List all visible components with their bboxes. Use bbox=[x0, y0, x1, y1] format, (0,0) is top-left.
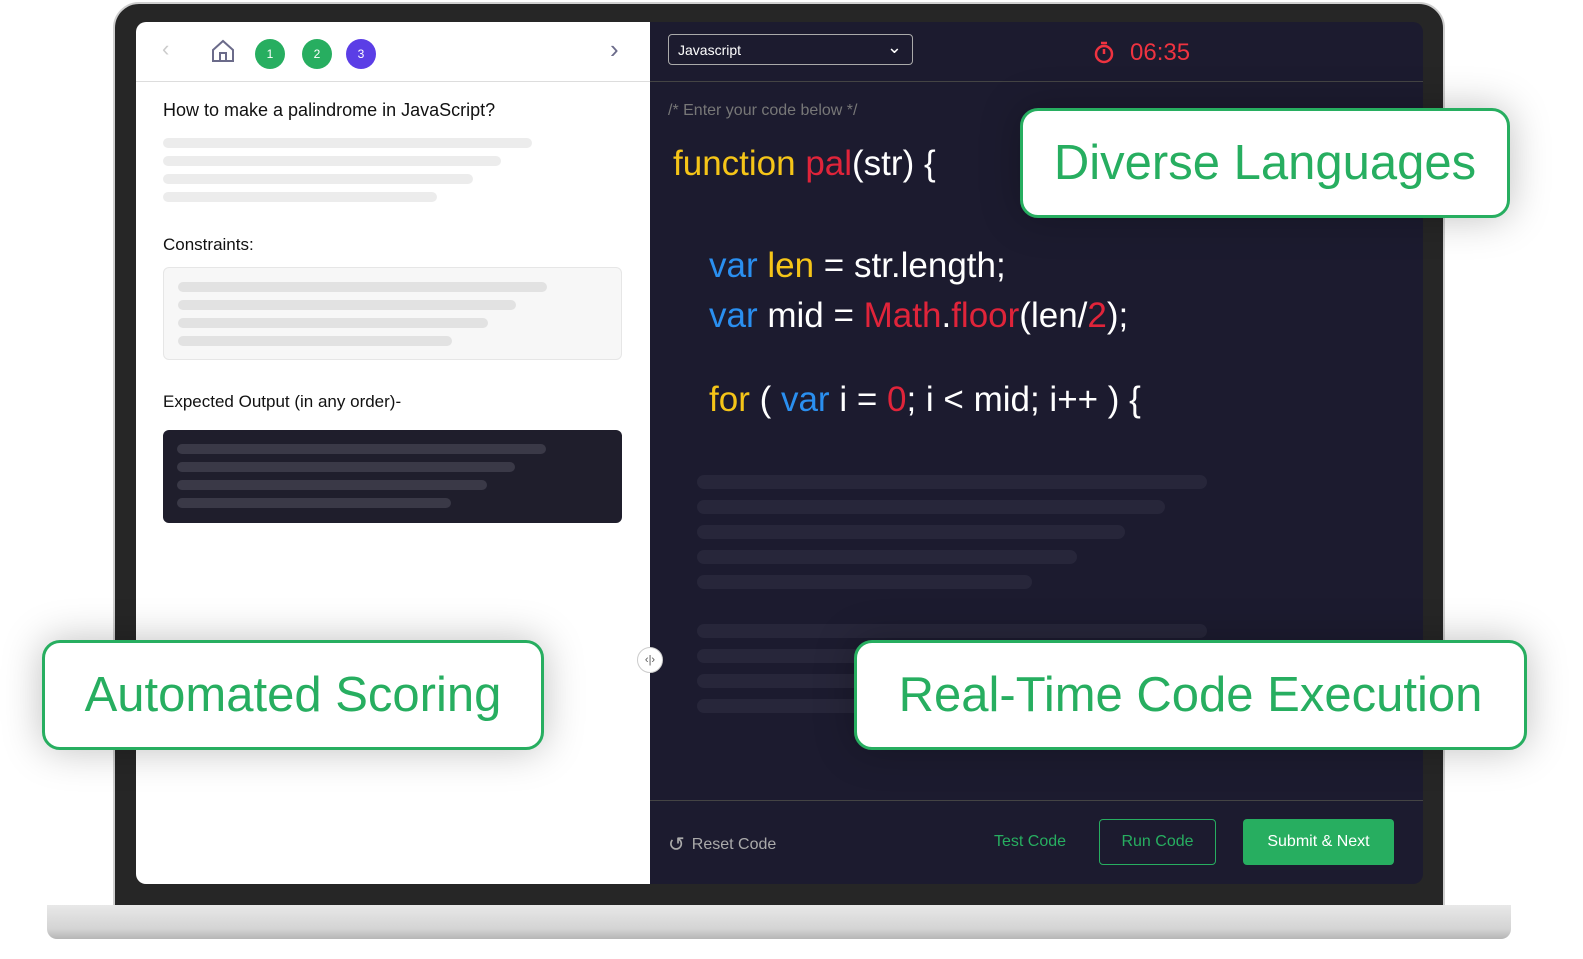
stopwatch-icon bbox=[1094, 41, 1114, 64]
question-nav: ‹ 1 2 3 › bbox=[136, 22, 650, 82]
code-token: Math bbox=[863, 296, 942, 335]
step-2[interactable]: 2 bbox=[302, 39, 332, 69]
code-token: var bbox=[709, 246, 768, 285]
submit-next-button[interactable]: Submit & Next bbox=[1243, 819, 1394, 865]
question-panel: ‹ 1 2 3 › How to make a palindrome in Ja… bbox=[136, 22, 650, 884]
code-token: function bbox=[673, 144, 806, 183]
code-token: ); bbox=[1106, 296, 1129, 335]
constraints-box bbox=[163, 267, 622, 360]
run-code-button[interactable]: Run Code bbox=[1099, 819, 1216, 865]
code-line[interactable]: var mid = Math.floor(len/2); bbox=[709, 296, 1128, 336]
code-token: 0 bbox=[887, 380, 907, 419]
code-token: var bbox=[780, 380, 840, 419]
next-chevron-icon[interactable]: › bbox=[610, 34, 619, 65]
code-line[interactable]: var len = str.length; bbox=[709, 246, 1006, 286]
reset-code-button[interactable]: ↺ Reset Code bbox=[668, 832, 776, 857]
step-1[interactable]: 1 bbox=[255, 39, 285, 69]
footer-divider bbox=[650, 800, 1423, 801]
language-select[interactable]: Javascript ⌄ bbox=[668, 34, 913, 65]
constraints-label: Constraints: bbox=[163, 235, 254, 254]
code-token: for bbox=[709, 380, 750, 419]
expected-output-label: Expected Output (in any order)- bbox=[163, 392, 402, 411]
code-token: ; i < mid; i++ ) { bbox=[906, 380, 1141, 419]
reset-icon: ↺ bbox=[668, 834, 685, 856]
chevron-down-icon: ⌄ bbox=[886, 37, 902, 57]
code-token: (len/ bbox=[1019, 296, 1088, 335]
expected-output-box bbox=[163, 430, 622, 523]
code-token: = str.length; bbox=[814, 246, 1006, 285]
description-skeleton bbox=[163, 138, 532, 210]
code-token: pal bbox=[805, 144, 853, 183]
code-token: . bbox=[941, 296, 952, 335]
step-3[interactable]: 3 bbox=[346, 39, 376, 69]
timer: 06:35 bbox=[1130, 39, 1191, 66]
test-code-button[interactable]: Test Code bbox=[980, 819, 1080, 865]
code-token: i = bbox=[839, 380, 887, 419]
editor-toolbar: Javascript ⌄ 06:35 bbox=[650, 22, 1423, 82]
code-token: floor bbox=[951, 296, 1020, 335]
callout-real-time-execution: Real-Time Code Execution bbox=[854, 640, 1527, 750]
home-icon[interactable] bbox=[210, 38, 236, 64]
code-token: (str) { bbox=[852, 144, 936, 183]
code-comment: /* Enter your code below */ bbox=[668, 102, 858, 119]
laptop-base bbox=[47, 905, 1511, 939]
code-token: len bbox=[767, 246, 815, 285]
callout-automated-scoring: Automated Scoring bbox=[42, 640, 544, 750]
language-value: Javascript bbox=[678, 42, 742, 58]
prev-chevron-icon[interactable]: ‹ bbox=[162, 36, 169, 62]
code-token: var bbox=[709, 296, 768, 335]
panel-resize-handle[interactable]: ‹|› bbox=[637, 647, 663, 673]
code-token: ( bbox=[749, 380, 781, 419]
code-token: mid = bbox=[767, 296, 864, 335]
code-line[interactable]: for ( var i = 0; i < mid; i++ ) { bbox=[709, 380, 1141, 420]
reset-label: Reset Code bbox=[691, 835, 777, 853]
code-line[interactable]: function pal(str) { bbox=[673, 144, 936, 184]
code-token: 2 bbox=[1087, 296, 1107, 335]
callout-diverse-languages: Diverse Languages bbox=[1020, 108, 1510, 218]
question-title: How to make a palindrome in JavaScript? bbox=[163, 100, 496, 120]
